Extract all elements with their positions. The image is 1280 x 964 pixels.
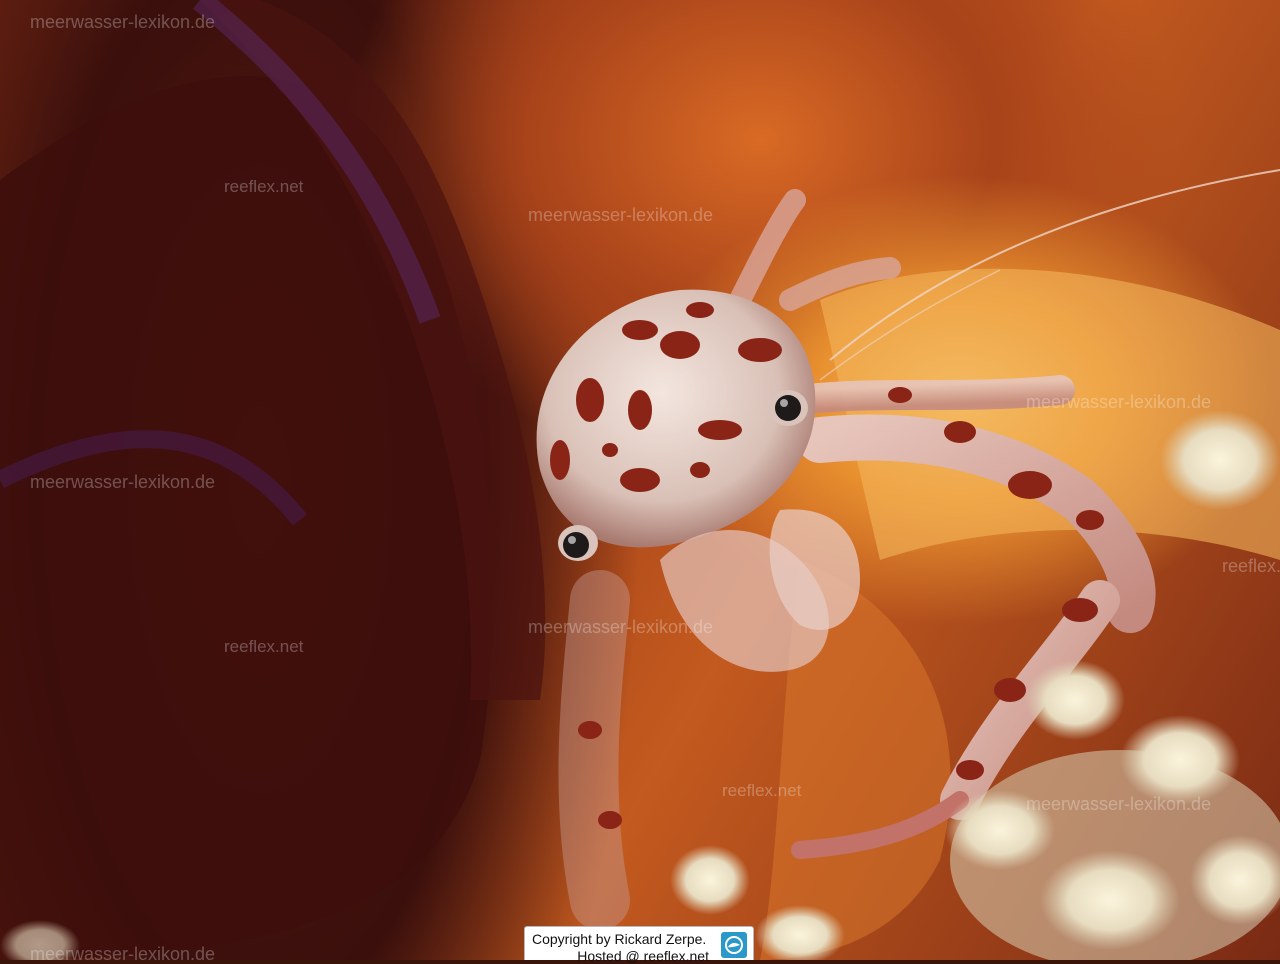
- photo: meerwasser-lexikon.de reeflex.net meerwa…: [0, 0, 1280, 960]
- credit-box: Copyright by Rickard Zerpe. Hosted @ ree…: [524, 926, 754, 964]
- reeflex-logo-icon[interactable]: [721, 932, 747, 958]
- watermark: reeflex.net: [224, 177, 304, 196]
- watermark: meerwasser-lexikon.de: [30, 472, 216, 492]
- watermark: meerwasser-lexikon.de: [1026, 392, 1212, 412]
- crab-eye: [558, 525, 598, 561]
- crab-leg: [558, 570, 630, 930]
- crab-eye: [768, 390, 808, 426]
- copyright-text: Copyright by Rickard Zerpe.: [532, 931, 707, 947]
- hosted-link[interactable]: Hosted @ reeflex.net: [577, 948, 709, 964]
- watermark: meerwasser-lexikon.de: [528, 617, 714, 637]
- crab-leg: [785, 375, 1075, 415]
- watermark: reeflex.net: [722, 781, 802, 800]
- watermark: meerwasser-lexikon.de: [1026, 794, 1212, 814]
- watermark: meerwasser-lexikon.de: [528, 205, 714, 225]
- watermark: reeflex.net: [224, 637, 304, 656]
- crab-leg: [729, 189, 806, 311]
- watermark: meerwasser-lexikon.de: [30, 944, 216, 960]
- watermark: meerwasser-lexikon.de: [30, 12, 216, 32]
- watermark: reeflex.net: [1222, 556, 1280, 576]
